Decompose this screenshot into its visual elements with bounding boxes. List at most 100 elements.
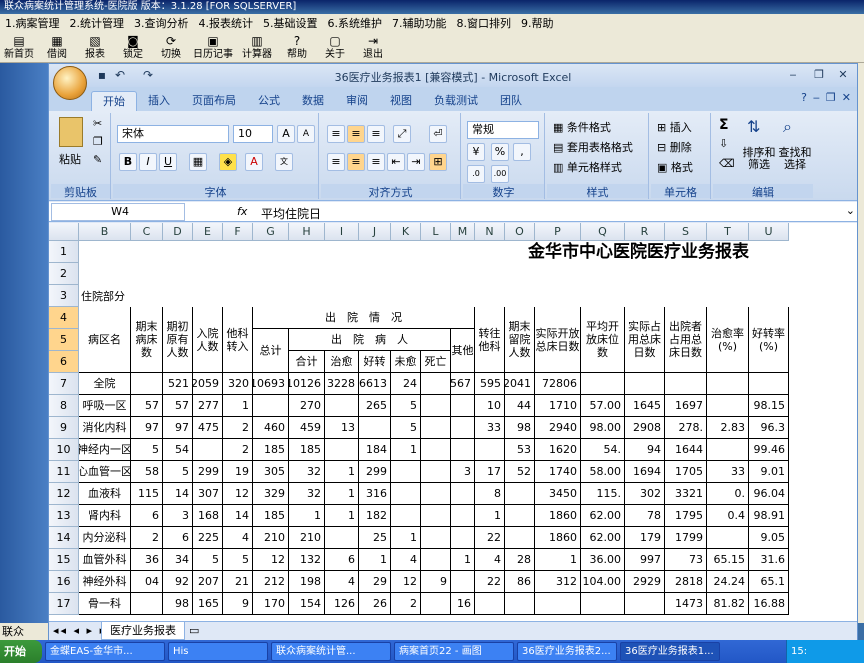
cell-value[interactable]: 475 bbox=[193, 417, 223, 439]
cell-value[interactable]: 1705 bbox=[665, 461, 707, 483]
cell-value[interactable]: 10 bbox=[475, 395, 505, 417]
wrap-text-icon[interactable]: ⏎ bbox=[429, 125, 447, 143]
task-report2[interactable]: 36医疗业务报表2... bbox=[517, 642, 617, 661]
row-header-10[interactable]: 10 bbox=[49, 439, 79, 461]
column-header-M[interactable]: M bbox=[451, 223, 475, 241]
cell-value[interactable]: 22 bbox=[475, 571, 505, 593]
cell-value[interactable]: 78 bbox=[625, 505, 665, 527]
cell-value[interactable]: 57.00 bbox=[581, 395, 625, 417]
cell-value[interactable]: 165 bbox=[193, 593, 223, 615]
column-header-J[interactable]: J bbox=[359, 223, 391, 241]
cell-value[interactable]: 1860 bbox=[535, 505, 581, 527]
cell-value[interactable]: 58 bbox=[131, 461, 163, 483]
header-cured[interactable]: 治愈 bbox=[325, 351, 359, 373]
fx-icon[interactable]: fx bbox=[237, 205, 247, 218]
decrease-decimal-icon[interactable]: .00 bbox=[491, 165, 509, 183]
column-header-U[interactable]: U bbox=[749, 223, 789, 241]
phonetic-icon[interactable]: 文 bbox=[275, 153, 293, 171]
conditional-format-button[interactable]: ▦ 条件格式 bbox=[553, 119, 611, 135]
cell-value[interactable]: 13 bbox=[325, 417, 359, 439]
section-label[interactable]: 住院部分 bbox=[79, 285, 253, 307]
cell-value[interactable]: 65.15 bbox=[707, 549, 749, 571]
cell-value[interactable]: 9 bbox=[421, 571, 451, 593]
cell-value[interactable]: 4 bbox=[325, 571, 359, 593]
cell-value[interactable] bbox=[421, 395, 451, 417]
cell-value[interactable] bbox=[665, 373, 707, 395]
header-notcured[interactable]: 未愈 bbox=[391, 351, 421, 373]
cell-value[interactable]: 207 bbox=[193, 571, 223, 593]
align-right-icon[interactable]: ≡ bbox=[367, 153, 385, 171]
cell-value[interactable]: 5 bbox=[223, 549, 253, 571]
delete-cells-button[interactable]: ⊟ 删除 bbox=[657, 139, 692, 155]
cell-value[interactable]: 225 bbox=[193, 527, 223, 549]
cell-value[interactable]: 5 bbox=[391, 395, 421, 417]
row-header-9[interactable]: 9 bbox=[49, 417, 79, 439]
cell-value[interactable] bbox=[421, 505, 451, 527]
header-dept[interactable]: 病区名 bbox=[79, 307, 131, 373]
cell-value[interactable] bbox=[391, 505, 421, 527]
insert-cells-button[interactable]: ⊞ 插入 bbox=[657, 119, 692, 135]
header-discharge[interactable]: 出 院 情 况 bbox=[253, 307, 475, 329]
cell-value[interactable]: 33 bbox=[707, 461, 749, 483]
header-avgbed[interactable]: 平均开放床位数 bbox=[581, 307, 625, 373]
cell-value[interactable]: 1795 bbox=[665, 505, 707, 527]
cell-value[interactable] bbox=[451, 505, 475, 527]
cell-value[interactable]: 4 bbox=[223, 527, 253, 549]
cell-value[interactable] bbox=[451, 439, 475, 461]
header-total[interactable]: 总计 bbox=[253, 329, 289, 373]
menu-item-settings[interactable]: 5.基础设置 bbox=[258, 15, 323, 31]
header-orig[interactable]: 期初原有人数 bbox=[163, 307, 193, 373]
cell-dept-name[interactable]: 内分泌科 bbox=[79, 527, 131, 549]
cell-value[interactable] bbox=[421, 549, 451, 571]
row-header-15[interactable]: 15 bbox=[49, 549, 79, 571]
cell-value[interactable]: 1 bbox=[325, 461, 359, 483]
cell-value[interactable]: 6 bbox=[131, 505, 163, 527]
tab-load-test[interactable]: 负载测试 bbox=[423, 91, 489, 111]
tab-review[interactable]: 审阅 bbox=[335, 91, 379, 111]
cell-value[interactable]: 459 bbox=[289, 417, 325, 439]
cell-value[interactable]: 8 bbox=[475, 483, 505, 505]
column-header-T[interactable]: T bbox=[707, 223, 749, 241]
cell-value[interactable]: 96.3 bbox=[749, 417, 789, 439]
office-button[interactable] bbox=[53, 66, 87, 100]
header-better[interactable]: 好转 bbox=[359, 351, 391, 373]
cell-value[interactable]: 115. bbox=[581, 483, 625, 505]
cell-value[interactable]: 86 bbox=[505, 571, 535, 593]
orientation-icon[interactable]: ⤢ bbox=[393, 125, 411, 143]
cell-value[interactable]: 94 bbox=[625, 439, 665, 461]
cell-value[interactable]: 5 bbox=[391, 417, 421, 439]
comma-icon[interactable]: , bbox=[513, 143, 531, 161]
cell-value[interactable]: 81.82 bbox=[707, 593, 749, 615]
cell-value[interactable]: 299 bbox=[193, 461, 223, 483]
cell-value[interactable]: 98.15 bbox=[749, 395, 789, 417]
cell-value[interactable] bbox=[505, 505, 535, 527]
cell-value[interactable]: 182 bbox=[359, 505, 391, 527]
format-painter-icon[interactable]: ✎ bbox=[93, 153, 102, 166]
header-start[interactable]: 期末病床数 bbox=[131, 307, 163, 373]
header-patients[interactable]: 出 院 病 人 bbox=[289, 329, 451, 351]
cell-value[interactable]: 3228 bbox=[325, 373, 359, 395]
cell-value[interactable] bbox=[421, 417, 451, 439]
cell-value[interactable]: 185 bbox=[253, 439, 289, 461]
cell-value[interactable]: 1 bbox=[289, 505, 325, 527]
about-button[interactable]: ▢ 关于 bbox=[316, 32, 354, 62]
tab-home[interactable]: 开始 bbox=[91, 91, 137, 111]
task-case-system[interactable]: 联众病案统计管... bbox=[271, 642, 391, 661]
cell-value[interactable]: 98 bbox=[163, 593, 193, 615]
help-button[interactable]: ? 帮助 bbox=[278, 32, 316, 62]
cell-value[interactable]: 9 bbox=[223, 593, 253, 615]
cell-value[interactable]: 299 bbox=[359, 461, 391, 483]
format-cells-button[interactable]: ▣ 格式 bbox=[657, 159, 693, 175]
header-admit[interactable]: 入院人数 bbox=[193, 307, 223, 373]
cell-value[interactable]: 28 bbox=[505, 549, 535, 571]
cell-value[interactable]: 62.00 bbox=[581, 505, 625, 527]
cell-value[interactable]: 1697 bbox=[665, 395, 707, 417]
cell-value[interactable]: 521 bbox=[163, 373, 193, 395]
cell-value[interactable]: 72806 bbox=[535, 373, 581, 395]
cell-value[interactable]: 36 bbox=[131, 549, 163, 571]
menu-item-report[interactable]: 4.报表统计 bbox=[194, 15, 259, 31]
cell-dept-name[interactable]: 血管外科 bbox=[79, 549, 131, 571]
row-header-13[interactable]: 13 bbox=[49, 505, 79, 527]
column-header-N[interactable]: N bbox=[475, 223, 505, 241]
cell-value[interactable]: 6 bbox=[325, 549, 359, 571]
